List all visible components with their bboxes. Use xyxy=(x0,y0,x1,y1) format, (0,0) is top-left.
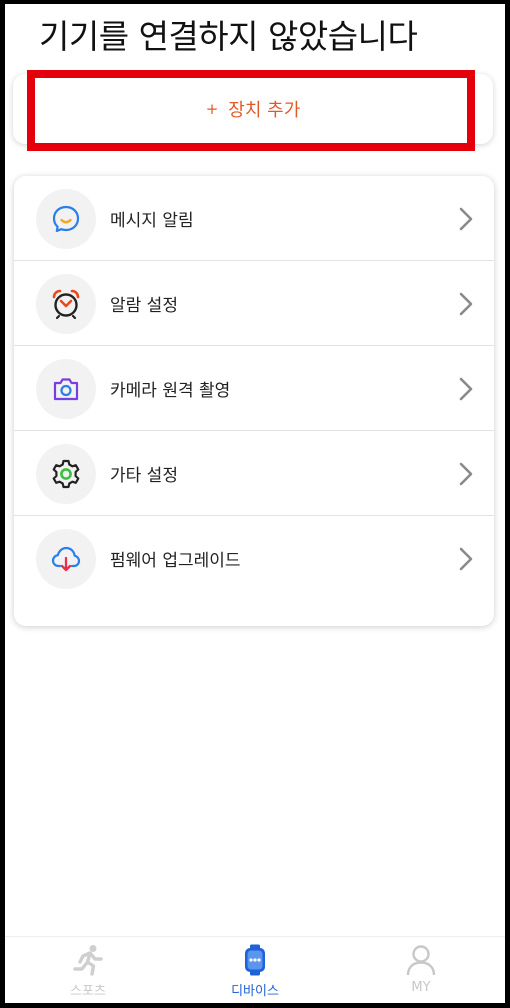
menu-item-label: 메시지 알림 xyxy=(110,211,194,231)
add-device-label: 장치 추가 xyxy=(228,100,301,121)
menu-item-label: 펌웨어 업그레이드 xyxy=(110,551,241,571)
chevron-right-icon xyxy=(459,207,473,230)
running-icon xyxy=(73,945,103,976)
bottom-nav: 스포츠 디바이스 MY xyxy=(5,936,505,1003)
nav-tab-label: MY xyxy=(411,980,431,995)
nav-tab-sports[interactable]: 스포츠 xyxy=(38,943,138,1001)
menu-item-label: 카메라 원격 촬영 xyxy=(110,381,231,401)
cloud-download-icon xyxy=(36,528,96,589)
menu-item-label: 알람 설정 xyxy=(110,296,178,316)
camera-icon xyxy=(36,358,96,419)
message-icon xyxy=(36,188,96,249)
watch-icon xyxy=(245,944,265,976)
menu-item-firmware-upgrade[interactable]: 펌웨어 업그레이드 xyxy=(14,516,494,601)
chevron-right-icon xyxy=(459,462,473,485)
chevron-right-icon xyxy=(459,292,473,315)
menu-item-label: 가타 설정 xyxy=(110,466,178,486)
nav-tab-my[interactable]: MY xyxy=(371,943,471,1001)
alarm-clock-icon xyxy=(36,273,96,334)
add-device-button[interactable]: + 장치 추가 xyxy=(13,74,493,144)
settings-menu: 메시지 알림 알람 설정 카메라 원격 촬영 가타 설정 펌웨어 업그레이드 xyxy=(14,176,494,626)
nav-tab-device[interactable]: 디바이스 xyxy=(205,943,305,1001)
menu-item-remote-camera[interactable]: 카메라 원격 촬영 xyxy=(14,346,494,431)
chevron-right-icon xyxy=(459,547,473,570)
screen: 기기를 연결하지 않았습니다 + 장치 추가 메시지 알림 알람 설정 카메라 … xyxy=(5,4,505,1003)
menu-item-message-notification[interactable]: 메시지 알림 xyxy=(14,176,494,261)
nav-tab-label: 스포츠 xyxy=(70,984,106,999)
gear-icon xyxy=(36,443,96,504)
menu-item-other-settings[interactable]: 가타 설정 xyxy=(14,431,494,516)
plus-icon: + xyxy=(205,100,219,118)
nav-tab-label: 디바이스 xyxy=(231,984,279,999)
page-title: 기기를 연결하지 않았습니다 xyxy=(39,17,418,56)
menu-item-alarm-settings[interactable]: 알람 설정 xyxy=(14,261,494,346)
chevron-right-icon xyxy=(459,377,473,400)
person-icon xyxy=(406,945,436,976)
add-device-card: + 장치 추가 xyxy=(13,74,493,144)
